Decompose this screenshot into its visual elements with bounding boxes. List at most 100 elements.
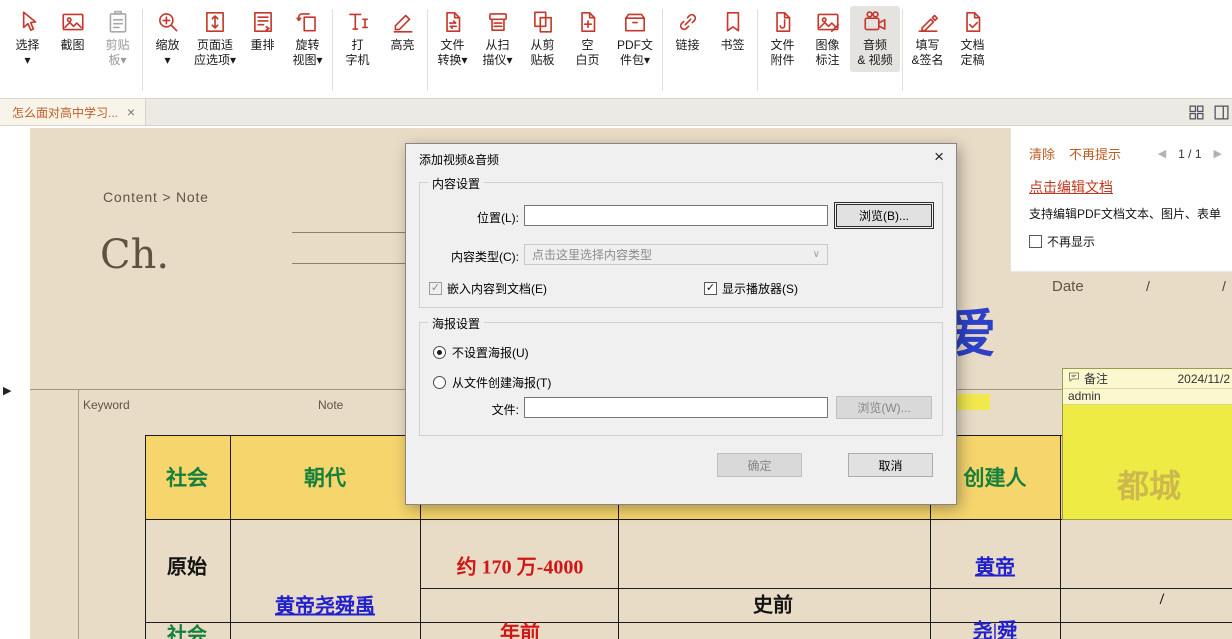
next-page-icon[interactable]: ▶: [1214, 147, 1222, 160]
toolbar-button-fill-sign[interactable]: 填写&签名: [905, 6, 950, 72]
toolbar-button-link[interactable]: 链接: [665, 6, 710, 57]
toolbar-button-blank-page[interactable]: 空白页: [565, 6, 610, 72]
toolbar-label: 缩放: [155, 38, 179, 53]
embed-checkbox: [429, 282, 442, 295]
toolbar-label: 贴板: [530, 53, 554, 68]
toolbar-label: 重排: [250, 38, 274, 53]
toolbar-label: 选择: [15, 38, 39, 53]
poster-settings-legend: 海报设置: [428, 315, 484, 332]
toolbar-label: 填写: [915, 38, 939, 53]
toolbar-label: 高亮: [390, 38, 414, 53]
embed-checkbox-label: 嵌入内容到文档(E): [447, 280, 547, 297]
toolbar-button-screenshot[interactable]: 截图: [50, 6, 95, 57]
tabbar-view-icons: [1188, 104, 1230, 126]
edit-document-desc: 支持编辑PDF文档文本、图片、表单: [1029, 205, 1232, 222]
toolbar-label: 链接: [675, 38, 699, 53]
no-poster-radio[interactable]: [433, 346, 446, 359]
poster-file-input[interactable]: [524, 397, 828, 418]
no-remind-link[interactable]: 不再提示: [1069, 144, 1121, 163]
toolbar-button-page-fit-options[interactable]: 页面适应选项▾: [190, 6, 240, 72]
embed-checkbox-row: 嵌入内容到文档(E): [429, 280, 547, 297]
dont-show-checkbox[interactable]: [1029, 235, 1042, 248]
prev-page-icon[interactable]: ◀: [1158, 147, 1166, 160]
file-label: 文件:: [406, 401, 519, 418]
poster-from-file-radio[interactable]: [433, 376, 446, 389]
toolbar-button-doc-finalize[interactable]: 文档定稿: [950, 6, 995, 72]
table-line: [230, 435, 231, 639]
clear-link[interactable]: 清除: [1029, 144, 1055, 163]
show-player-checkbox[interactable]: [704, 282, 717, 295]
show-player-label: 显示播放器(S): [722, 280, 798, 297]
document-tab[interactable]: 怎么面对高中学习... ×: [0, 99, 146, 125]
layout-view-icon[interactable]: [1213, 104, 1230, 126]
content-type-placeholder: 点击这里选择内容类型: [532, 246, 652, 263]
table-line: [145, 435, 146, 639]
toolbar-button-reflow[interactable]: 重排: [240, 6, 285, 57]
toolbar-separator: [757, 9, 758, 91]
table-line: [145, 622, 1232, 623]
highlighter-icon: [390, 9, 416, 35]
toolbar: 选择▾截图剪贴板▾缩放▾页面适应选项▾重排旋转视图▾打字机高亮文件转换▾从扫描仪…: [0, 0, 1232, 99]
toolbar-button-audio-video[interactable]: 音频& 视频: [850, 6, 900, 72]
note-annotation[interactable]: 备注 2024/11/2 admin 都城: [1062, 368, 1232, 520]
table-line: [420, 588, 1232, 589]
table-cell: 年前: [500, 617, 540, 639]
toolbar-button-rotate-view[interactable]: 旋转视图▾: [285, 6, 330, 72]
toolbar-label: 旋转: [295, 38, 319, 53]
cancel-button[interactable]: 取消: [848, 453, 933, 477]
table-cell-link[interactable]: 黄帝: [975, 551, 1015, 580]
toolbar-label: 板▾: [108, 53, 126, 68]
tab-close-icon[interactable]: ×: [127, 104, 135, 120]
location-input[interactable]: [524, 205, 828, 226]
paste-page-icon: [530, 9, 556, 35]
toolbar-separator: [662, 9, 663, 91]
attach-icon: [770, 9, 796, 35]
dialog-close-icon[interactable]: ×: [934, 147, 944, 167]
toolbar-label: 文件: [770, 38, 794, 53]
toolbar-label: ▾: [164, 53, 170, 68]
toolbar-label: 视图▾: [292, 53, 322, 68]
toolbar-button-bookmark[interactable]: 书签: [710, 6, 755, 57]
page-indicator: 1 / 1: [1178, 147, 1201, 161]
doc-rule-line: [292, 232, 421, 233]
edit-document-link[interactable]: 点击编辑文档: [1029, 177, 1232, 197]
doc-breadcrumb-text: Content > Note: [103, 189, 209, 205]
typewriter-icon: [345, 9, 371, 35]
dont-show-row: 不再显示: [1029, 233, 1232, 250]
toolbar-button-pdf-package[interactable]: PDF文件包▾: [610, 6, 660, 72]
no-poster-radio-row: 不设置海报(U): [433, 344, 529, 361]
toolbar-label: 标注: [815, 53, 839, 68]
notify-pager: ◀ 1 / 1 ▶: [1158, 147, 1222, 161]
toolbar-button-image-annotation[interactable]: 图像标注: [805, 6, 850, 72]
content-settings-legend: 内容设置: [428, 175, 484, 192]
toolbar-button-highlight[interactable]: 高亮: [380, 6, 425, 57]
note-body[interactable]: 都城: [1063, 405, 1232, 519]
toolbar-button-zoom[interactable]: 缩放▾: [145, 6, 190, 72]
content-type-dropdown[interactable]: 点击这里选择内容类型 ∨: [524, 244, 828, 265]
toolbar-label: 字机: [345, 53, 369, 68]
note-date: 2024/11/2: [1178, 372, 1231, 386]
image-icon: [60, 9, 86, 35]
toolbar-label: PDF文: [617, 38, 653, 53]
grid-view-icon[interactable]: [1188, 104, 1205, 126]
doc-date-label: Date: [1052, 278, 1084, 295]
toolbar-button-from-scanner[interactable]: 从扫描仪▾: [475, 6, 520, 72]
browse-location-button[interactable]: 浏览(B)...: [836, 204, 932, 227]
toolbar-button-from-clipboard[interactable]: 从剪贴板: [520, 6, 565, 72]
table-cell: 史前: [753, 589, 793, 618]
toolbar-button-file-attachment[interactable]: 文件附件: [760, 6, 805, 72]
toolbar-label: 从剪: [530, 38, 554, 53]
doc-rule-line: [292, 263, 421, 264]
toolbar-label: &签名: [911, 53, 943, 68]
dialog-title: 添加视频&音频: [419, 151, 499, 168]
toolbar-button-typewriter[interactable]: 打字机: [335, 6, 380, 72]
toolbar-label: 打: [351, 38, 363, 53]
table-cell-link[interactable]: 黄帝尧舜禹: [275, 590, 375, 619]
toolbar-label: 白页: [575, 53, 599, 68]
toolbar-label: 页面适: [197, 38, 233, 53]
app-window: 选择▾截图剪贴板▾缩放▾页面适应选项▾重排旋转视图▾打字机高亮文件转换▾从扫描仪…: [0, 0, 1232, 639]
table-cell-link[interactable]: 尧|舜: [973, 615, 1017, 639]
toolbar-button-select[interactable]: 选择▾: [5, 6, 50, 72]
toolbar-separator: [902, 9, 903, 91]
toolbar-button-file-convert[interactable]: 文件转换▾: [430, 6, 475, 72]
